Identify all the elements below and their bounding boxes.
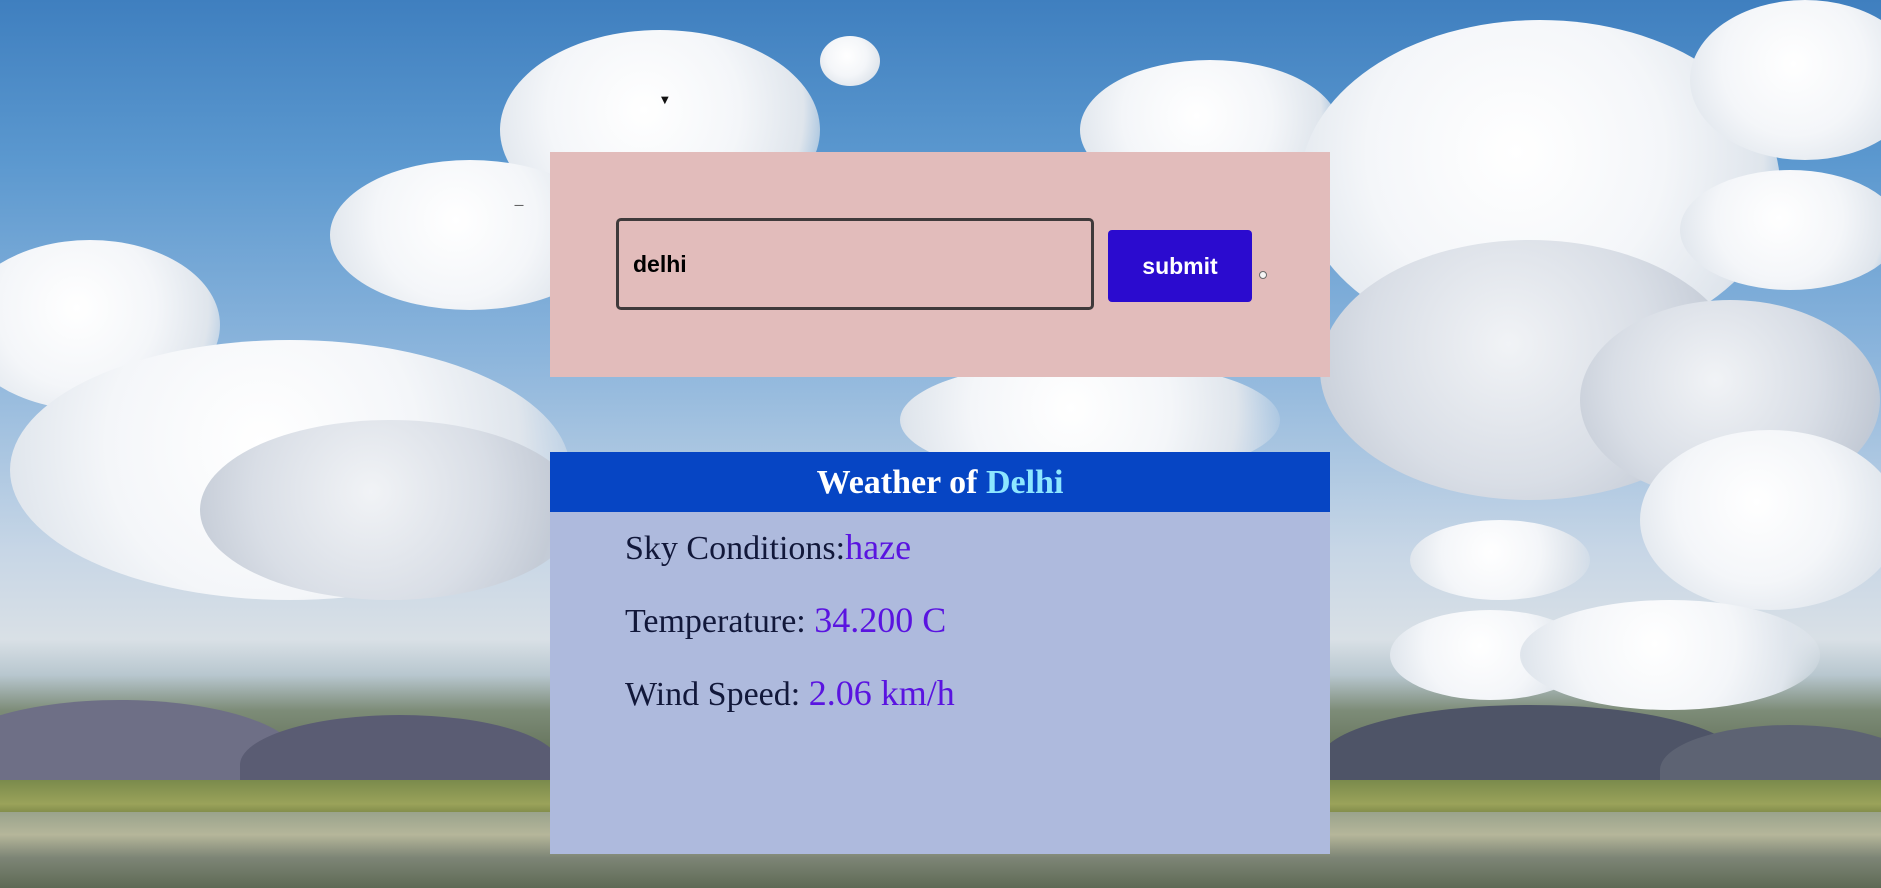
weather-card-header: Weather of Delhi (550, 452, 1330, 512)
weather-result-card: Weather of Delhi Sky Conditions:haze Tem… (550, 452, 1330, 854)
city-search-input[interactable] (616, 218, 1094, 310)
weather-city-name: Delhi (985, 464, 1064, 501)
sky-conditions-label: Sky Conditions: (625, 530, 846, 567)
temperature-label: Temperature: (625, 603, 815, 640)
sky-conditions-row: Sky Conditions:haze (625, 526, 911, 568)
submit-button[interactable]: submit (1108, 230, 1252, 302)
temperature-value: 34.200 C (814, 600, 947, 640)
wind-speed-value: 2.06 km/h (808, 673, 955, 713)
wind-speed-row: Wind Speed: 2.06 km/h (625, 672, 955, 714)
wind-speed-label: Wind Speed: (625, 676, 809, 713)
sky-conditions-value: haze (845, 527, 912, 567)
weather-title-prefix: Weather of (816, 464, 978, 501)
search-panel: submit (550, 152, 1330, 377)
status-dot (1259, 271, 1267, 279)
temperature-row: Temperature: 34.200 C (625, 599, 946, 641)
